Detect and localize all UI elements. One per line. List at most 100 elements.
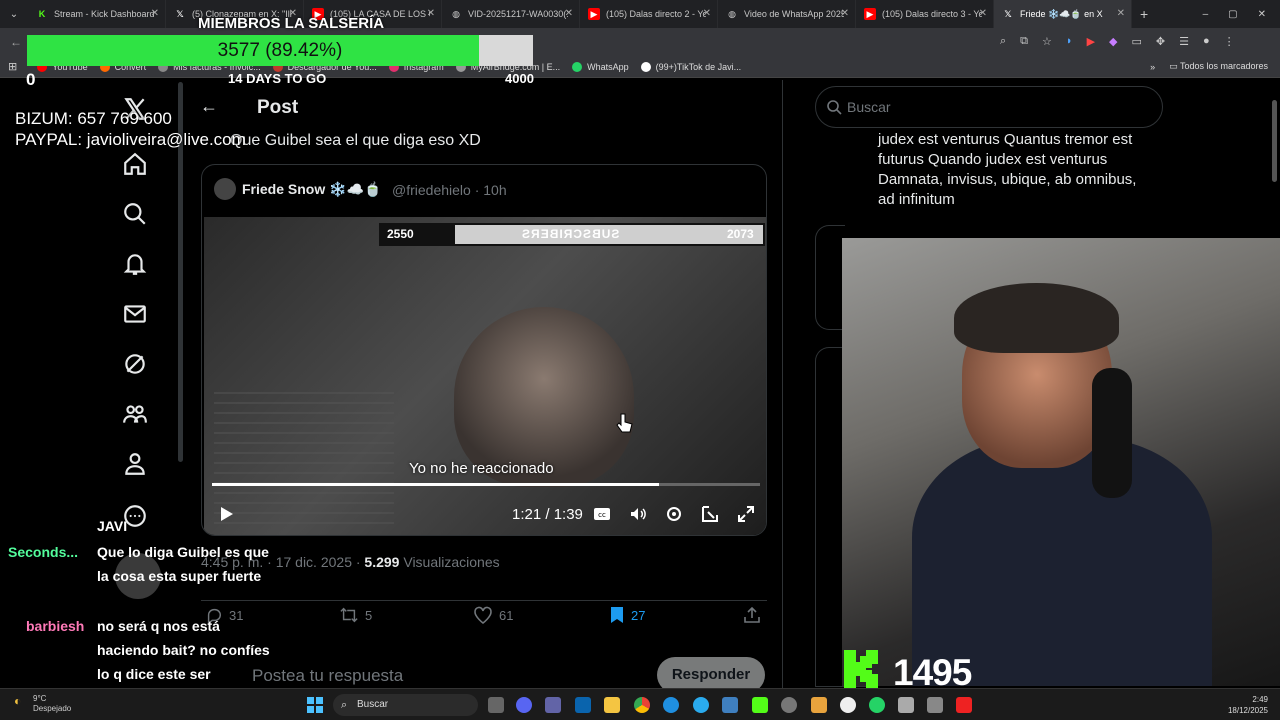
settings-gear-icon[interactable] bbox=[664, 504, 684, 524]
weather-temp: 9°C bbox=[33, 694, 47, 703]
quoted-post[interactable]: Friede Snow ❄️☁️🍵 @friedehielo · 10h 255… bbox=[201, 164, 767, 536]
close-tab-icon[interactable]: ✕ bbox=[151, 8, 159, 19]
volume-icon[interactable] bbox=[628, 504, 648, 524]
app-icon[interactable] bbox=[840, 697, 856, 713]
bookmark-button[interactable]: 27 bbox=[609, 606, 645, 624]
fullscreen-icon[interactable] bbox=[736, 504, 756, 524]
browser-tab[interactable]: 𝕏 Friede ❄️☁️🍵 en X ✕ bbox=[994, 0, 1132, 28]
close-tab-icon[interactable]: ✕ bbox=[703, 8, 711, 19]
heart-icon bbox=[474, 606, 492, 624]
task-view-icon[interactable] bbox=[488, 697, 504, 713]
bookmark-item[interactable]: (99+)TikTok de Javi... bbox=[640, 61, 741, 72]
close-tab-icon[interactable]: ✕ bbox=[841, 8, 849, 19]
taskbar-search[interactable]: ⌕ Buscar bbox=[333, 694, 478, 716]
repost-button[interactable]: 5 bbox=[339, 606, 372, 624]
streamer-webcam bbox=[842, 238, 1280, 686]
tab-label: Friede ❄️☁️🍵 en X bbox=[1020, 8, 1103, 19]
browser-tab[interactable]: ◍ Video de WhatsApp 2025 ✕ bbox=[718, 0, 856, 28]
whatsapp-icon[interactable] bbox=[869, 697, 885, 713]
messages-icon[interactable] bbox=[122, 301, 148, 327]
bookmark-favicon-icon bbox=[640, 61, 651, 72]
kick-app-icon[interactable] bbox=[752, 697, 768, 713]
browser-tab[interactable]: ◍ VID-20251217-WA0030(1) ✕ bbox=[442, 0, 580, 28]
acrobat-icon[interactable] bbox=[956, 697, 972, 713]
bookmark-icon bbox=[611, 607, 623, 623]
chat-username: JAVI bbox=[97, 518, 128, 534]
home-icon[interactable] bbox=[122, 151, 148, 177]
star-icon[interactable]: ☆ bbox=[1042, 35, 1052, 48]
cast-icon[interactable]: ⧉ bbox=[1020, 35, 1028, 48]
subscriber-banner: 2550 SUBSCRIBERS 2073 bbox=[379, 223, 765, 246]
youtube-ext-icon[interactable]: ▶ bbox=[1087, 35, 1095, 48]
share-button[interactable] bbox=[743, 606, 761, 624]
bizum-text: BIZUM: 657 769 600 bbox=[15, 109, 172, 128]
system-clock[interactable]: 2:49 18/12/2025 bbox=[1226, 694, 1268, 716]
all-bookmarks-label: Todos los marcadores bbox=[1179, 61, 1268, 71]
banner-right-count: 2073 bbox=[727, 227, 754, 241]
quoted-author-name[interactable]: Friede Snow ❄️☁️🍵 bbox=[242, 181, 381, 198]
maximize-button[interactable]: ▢ bbox=[1228, 9, 1237, 20]
outlook-icon[interactable] bbox=[575, 697, 591, 713]
profile-icon[interactable] bbox=[122, 451, 148, 477]
tab-search-icon[interactable]: ⌄ bbox=[0, 0, 28, 28]
browser-tab[interactable]: ▶ (105) Dalas directo 3 - Yo ✕ bbox=[856, 0, 994, 28]
like-button[interactable]: 61 bbox=[473, 606, 513, 624]
captions-icon[interactable]: cc bbox=[592, 504, 612, 524]
windows-start-icon[interactable] bbox=[307, 697, 323, 713]
play-icon[interactable] bbox=[216, 504, 236, 524]
right-scrollbar[interactable] bbox=[1272, 100, 1277, 182]
app-icon[interactable] bbox=[898, 697, 914, 713]
close-tab-icon[interactable]: ✕ bbox=[1117, 8, 1125, 19]
grok-icon[interactable] bbox=[122, 351, 148, 377]
close-window-button[interactable]: ✕ bbox=[1258, 9, 1266, 20]
profile-avatar[interactable]: ● bbox=[1203, 35, 1210, 48]
globe-icon: ◍ bbox=[452, 9, 460, 19]
chat-username: Seconds... bbox=[8, 544, 79, 560]
bookmark-item[interactable]: WhatsApp bbox=[572, 61, 629, 72]
file-explorer-icon[interactable] bbox=[604, 697, 620, 713]
app-icon[interactable] bbox=[927, 697, 943, 713]
teams-icon[interactable] bbox=[545, 697, 561, 713]
puzzle-icon[interactable]: ✥ bbox=[1156, 35, 1165, 48]
extension-icon[interactable]: ◗ bbox=[1066, 35, 1073, 48]
notifications-icon[interactable] bbox=[122, 251, 148, 277]
quoted-author-handle[interactable]: @friedehielo · 10h bbox=[392, 182, 507, 198]
communities-icon[interactable] bbox=[122, 401, 148, 427]
zoom-icon[interactable]: ⌕ bbox=[1000, 35, 1006, 48]
all-bookmarks-folder[interactable]: ▭ Todos los marcadores bbox=[1169, 61, 1268, 72]
new-tab-button[interactable]: + bbox=[1140, 6, 1148, 22]
discord-icon[interactable] bbox=[516, 697, 532, 713]
weather-widget[interactable]: ◐ 9°C Despejado bbox=[14, 694, 71, 714]
browser-tab[interactable]: ▶ (105) Dalas directo 2 - Yo ✕ bbox=[580, 0, 718, 28]
goal-min: 0 bbox=[26, 70, 36, 89]
extension-toolbar: ⌕ ⧉ ☆ ◗ ▶ ◆ ▭ ✥ ☰ ● ⋮ bbox=[1000, 35, 1235, 48]
bookmarks-more-button[interactable]: » bbox=[1150, 62, 1155, 72]
menu-icon[interactable]: ⋮ bbox=[1224, 35, 1235, 48]
reply-input[interactable]: Postea tu respuesta bbox=[252, 666, 403, 686]
apps-grid-icon[interactable]: ⊞ bbox=[8, 60, 17, 73]
post-text: Que Guibel sea el que diga eso XD bbox=[230, 132, 481, 149]
tab-label: (105) Dalas directo 3 - Yo bbox=[882, 9, 982, 19]
members-goal-text: 3577 (89.42%) bbox=[217, 40, 343, 61]
app-icon[interactable] bbox=[722, 697, 738, 713]
list-icon[interactable]: ☰ bbox=[1179, 35, 1189, 48]
extension-icon[interactable]: ◆ bbox=[1109, 35, 1117, 48]
minimize-button[interactable]: – bbox=[1203, 9, 1209, 20]
quoted-author-avatar[interactable] bbox=[214, 178, 236, 200]
back-nav-icon[interactable]: ← bbox=[10, 35, 22, 49]
explore-icon[interactable] bbox=[122, 201, 148, 227]
browser-tab[interactable]: K Stream - Kick Dashboard ✕ bbox=[28, 0, 166, 28]
telegram-icon[interactable] bbox=[693, 697, 709, 713]
app-icon[interactable] bbox=[781, 697, 797, 713]
video-chat-overlay bbox=[214, 392, 394, 532]
chrome-icon[interactable] bbox=[634, 697, 650, 713]
pip-icon[interactable] bbox=[700, 504, 720, 524]
close-tab-icon[interactable]: ✕ bbox=[427, 8, 435, 19]
edge-icon[interactable] bbox=[663, 697, 679, 713]
close-tab-icon[interactable]: ✕ bbox=[565, 8, 573, 19]
video-progress-bar[interactable] bbox=[212, 483, 760, 486]
app-icon[interactable] bbox=[811, 697, 827, 713]
video-player[interactable]: 2550 SUBSCRIBERS 2073 Yo no he reacciona… bbox=[204, 217, 766, 535]
extension-icon[interactable]: ▭ bbox=[1132, 35, 1142, 48]
close-tab-icon[interactable]: ✕ bbox=[979, 8, 987, 19]
